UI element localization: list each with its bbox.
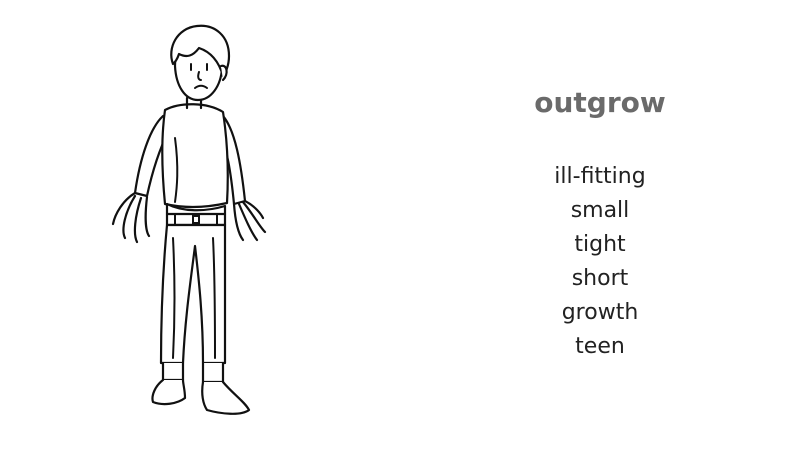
related-word: tight bbox=[574, 232, 626, 257]
vocabulary-panel: outgrow ill-fitting small tight short gr… bbox=[500, 82, 700, 364]
headword: outgrow bbox=[534, 86, 666, 119]
related-word: ill-fitting bbox=[554, 164, 646, 189]
boy-drawing-svg bbox=[111, 24, 267, 415]
left-foot bbox=[151, 378, 187, 406]
related-word: small bbox=[570, 198, 630, 223]
related-word: short bbox=[571, 266, 629, 291]
slide: outgrow ill-fitting small tight short gr… bbox=[0, 0, 800, 457]
left-sock bbox=[161, 361, 185, 382]
related-words-list: ill-fitting small tight short growth tee… bbox=[500, 160, 700, 364]
related-word: growth bbox=[561, 300, 639, 325]
right-sock bbox=[201, 361, 225, 384]
right-hand bbox=[232, 199, 267, 242]
shirt bbox=[161, 103, 229, 208]
related-word: teen bbox=[575, 334, 625, 359]
right-foot bbox=[201, 380, 251, 415]
left-hand bbox=[111, 191, 151, 244]
boy-outgrown-clothes-illustration bbox=[95, 18, 285, 428]
